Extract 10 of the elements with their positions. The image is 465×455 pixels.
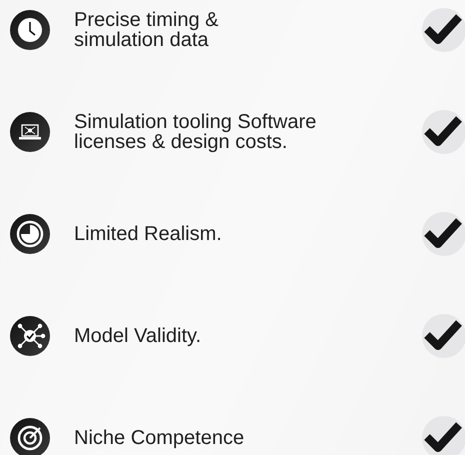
- item-label: Model Validity.: [74, 326, 202, 346]
- laptop-icon: [10, 112, 50, 152]
- target-icon: [10, 418, 50, 455]
- item-label: Precise timing & simulation data: [74, 10, 220, 50]
- item-label: Limited Realism.: [74, 224, 223, 244]
- item-label: Niche Competence: [74, 428, 246, 448]
- pie-chart-icon: [10, 214, 50, 254]
- item-label: Simulation tooling Software licenses & design costs.: [74, 112, 318, 152]
- clock-icon: [10, 10, 50, 50]
- network-icon: [10, 316, 50, 356]
